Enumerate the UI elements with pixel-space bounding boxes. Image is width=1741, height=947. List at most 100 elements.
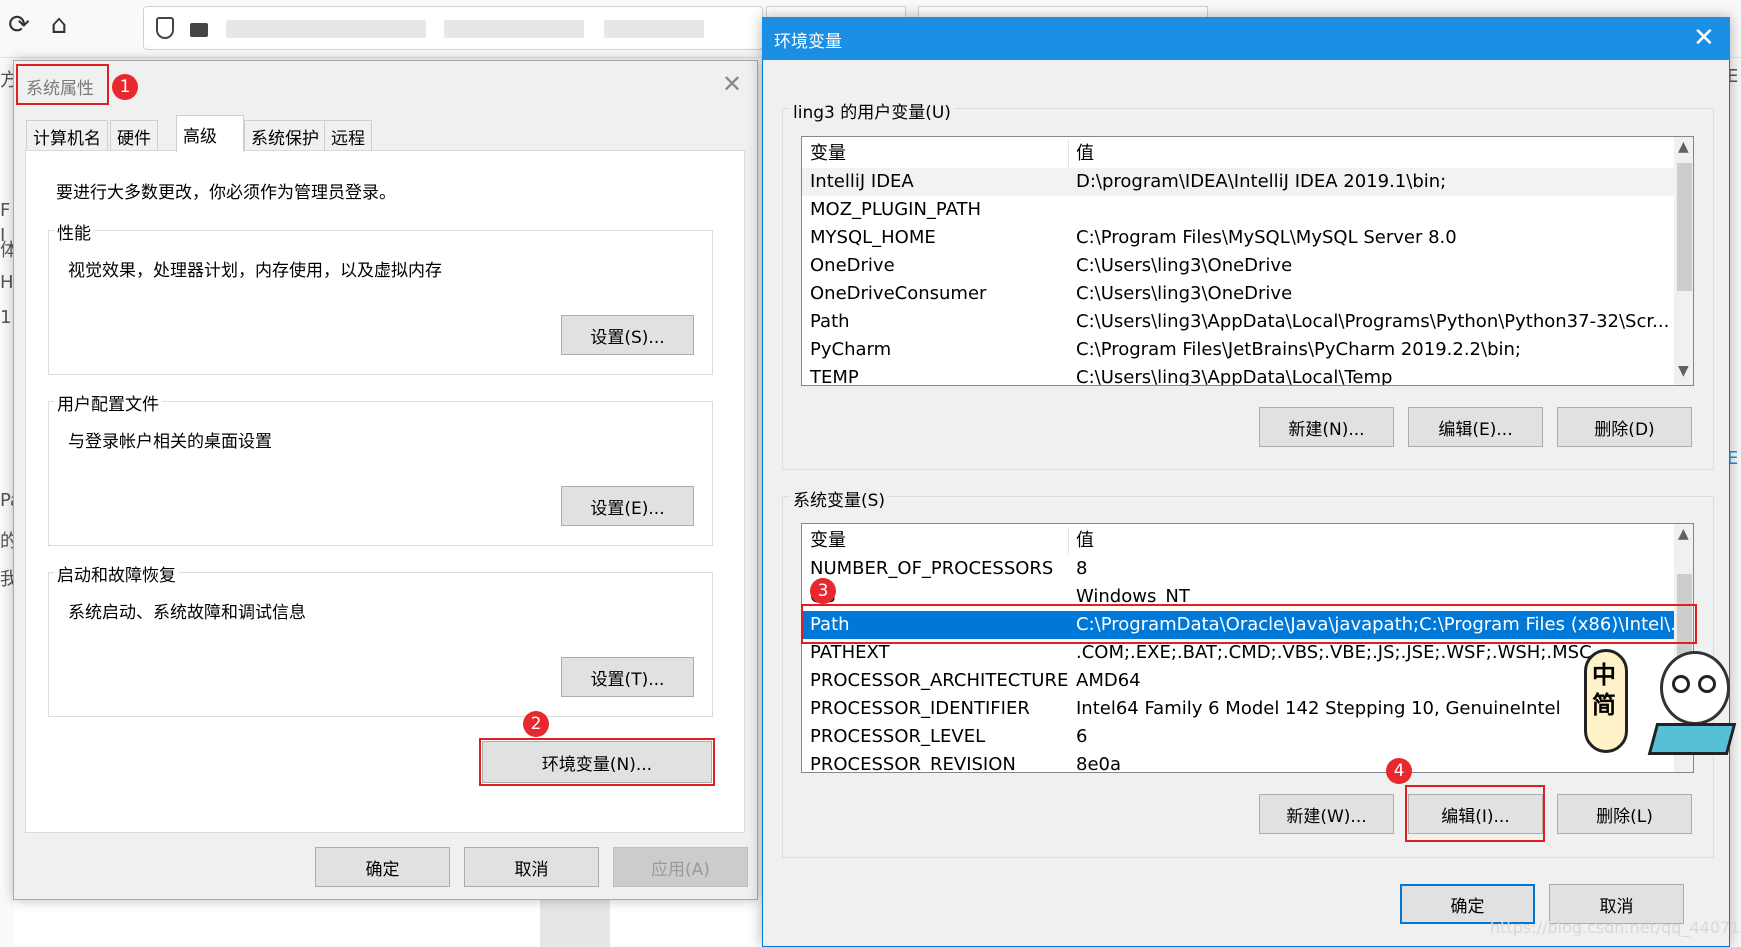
var-value: D:\program\IDEA\IntelliJ IDEA 2019.1\bin… [1076, 171, 1447, 192]
var-name: PROCESSOR_REVISION [810, 754, 1016, 773]
ime-sticker[interactable]: 中 简 [1580, 645, 1741, 770]
var-name: PROCESSOR_ARCHITECTURE [810, 670, 1069, 691]
user-profiles-settings-button[interactable]: 设置(E)... [561, 486, 694, 526]
list-item[interactable]: PyCharm C:\Program Files\JetBrains\PyChar… [802, 336, 1693, 364]
page-edge-text: F [0, 200, 11, 221]
var-name: IntelliJ IDEA [810, 171, 914, 192]
system-variables-label: 系统变量(S) [790, 486, 889, 511]
list-header: 变量 值 [802, 527, 1693, 555]
tab-advanced[interactable]: 高级 [176, 115, 244, 152]
shield-icon [156, 17, 174, 39]
var-value: 8e0a [1076, 754, 1122, 773]
column-separator [1068, 527, 1069, 555]
var-name: MOZ_PLUGIN_PATH [810, 199, 982, 220]
url-blurred [444, 20, 584, 38]
tab-remote[interactable]: 远程 [324, 120, 372, 151]
home-icon[interactable]: ⌂ [44, 10, 74, 40]
column-header-value[interactable]: 值 [1076, 527, 1094, 555]
group-legend: 启动和故障恢复 [54, 561, 179, 586]
user-variables-list[interactable]: 变量 值 IntelliJ IDEA D:\program\IDEA\Intell… [801, 136, 1694, 386]
list-item[interactable]: PROCESSOR_ARCHITECTURE AMD64 [802, 667, 1693, 695]
close-icon[interactable]: ✕ [1693, 23, 1715, 53]
annotation-badge-3: 3 [810, 578, 836, 604]
user-new-button[interactable]: 新建(N)... [1259, 407, 1394, 447]
list-item[interactable]: TEMP C:\Users\ling3\AppData\Local\Temp [802, 364, 1693, 386]
annotation-box-edit [1405, 785, 1545, 842]
list-item[interactable]: OneDriveConsumer C:\Users\ling3\OneDrive [802, 280, 1693, 308]
column-header-value[interactable]: 值 [1076, 140, 1094, 168]
cancel-button[interactable]: 取消 [464, 847, 599, 887]
tab-system-protection[interactable]: 系统保护 [244, 120, 326, 151]
var-value: Intel64 Family 6 Model 142 Stepping 10, … [1076, 698, 1561, 719]
tab-hardware[interactable]: 硬件 [110, 120, 158, 151]
var-value: AMD64 [1076, 670, 1141, 691]
user-delete-button[interactable]: 删除(D) [1557, 407, 1692, 447]
url-blurred [226, 20, 426, 38]
scroll-up-icon[interactable]: ▲ [1678, 526, 1689, 542]
var-value: 8 [1076, 558, 1088, 579]
watermark: https://blog.csdn.net/qq_44071258 [1490, 918, 1741, 937]
lock-icon [190, 23, 208, 37]
list-item[interactable]: PROCESSOR_LEVEL 6 [802, 723, 1693, 751]
annotation-box-path [801, 604, 1697, 644]
scroll-up-icon[interactable]: ▲ [1678, 139, 1689, 155]
list-item[interactable]: PROCESSOR_IDENTIFIER Intel64 Family 6 Mod… [802, 695, 1693, 723]
user-edit-button[interactable]: 编辑(E)... [1408, 407, 1543, 447]
list-item[interactable]: PROCESSOR_REVISION 8e0a [802, 751, 1693, 773]
user-variables-label: ling3 的用户变量(U) [790, 98, 954, 123]
var-name: OneDriveConsumer [810, 283, 987, 304]
admin-note: 要进行大多数更改，你必须作为管理员登录。 [56, 183, 396, 203]
group-legend: 性能 [54, 219, 94, 244]
glasses-icon [1672, 675, 1690, 693]
var-value: C:\Users\ling3\AppData\Local\Temp [1076, 367, 1393, 386]
page-edge-text: 1 [0, 307, 12, 328]
var-name: Path [810, 311, 850, 332]
var-name: MYSQL_HOME [810, 227, 936, 248]
group-description: 与登录帐户相关的桌面设置 [68, 432, 272, 452]
var-name: OneDrive [810, 255, 895, 276]
var-name: NUMBER_OF_PROCESSORS [810, 558, 1054, 579]
var-value: 6 [1076, 726, 1088, 747]
list-item[interactable]: NUMBER_OF_PROCESSORS 8 [802, 555, 1693, 583]
var-name: PROCESSOR_LEVEL [810, 726, 986, 747]
page-edge-text: H [0, 272, 14, 293]
column-header-variable[interactable]: 变量 [810, 140, 846, 168]
annotation-box-env-button [479, 738, 715, 786]
column-separator [1068, 140, 1069, 168]
list-item[interactable]: OneDrive C:\Users\ling3\OneDrive [802, 252, 1693, 280]
system-delete-button[interactable]: 删除(L) [1557, 794, 1692, 834]
apply-button[interactable]: 应用(A) [613, 847, 748, 887]
var-value: C:\Program Files\MySQL\MySQL Server 8.0 [1076, 227, 1457, 248]
list-item[interactable]: IntelliJ IDEA D:\program\IDEA\IntelliJ ID… [802, 168, 1693, 196]
laptop-icon [1647, 723, 1737, 755]
ok-button[interactable]: 确定 [315, 847, 450, 887]
vertical-scrollbar[interactable]: ▲ ▼ [1674, 137, 1693, 385]
var-name: PyCharm [810, 339, 892, 360]
url-bar[interactable] [143, 6, 763, 50]
var-value: C:\Users\ling3\OneDrive [1076, 283, 1293, 304]
column-header-variable[interactable]: 变量 [810, 527, 846, 555]
annotation-badge-1: 1 [112, 74, 138, 100]
var-name: TEMP [810, 367, 859, 386]
var-value: C:\Users\ling3\OneDrive [1076, 255, 1293, 276]
ime-text: 简 [1592, 691, 1616, 719]
system-new-button[interactable]: 新建(W)... [1259, 794, 1394, 834]
tab-computer-name[interactable]: 计算机名 [26, 120, 108, 151]
startup-settings-button[interactable]: 设置(T)... [561, 657, 694, 697]
group-description: 系统启动、系统故障和调试信息 [68, 603, 306, 623]
list-item[interactable]: Path C:\Users\ling3\AppData\Local\Program… [802, 308, 1693, 336]
var-value: C:\Program Files\JetBrains\PyCharm 2019.… [1076, 339, 1521, 360]
var-name: PROCESSOR_IDENTIFIER [810, 698, 1030, 719]
list-item[interactable]: MOZ_PLUGIN_PATH [802, 196, 1693, 224]
reload-icon[interactable]: ⟳ [4, 10, 34, 40]
group-description: 视觉效果，处理器计划，内存使用，以及虚拟内存 [68, 261, 442, 281]
system-variables-list[interactable]: 变量 值 NUMBER_OF_PROCESSORS8 OSWindows_NT … [801, 523, 1694, 773]
group-legend: 用户配置文件 [54, 390, 162, 415]
scroll-thumb[interactable] [1677, 163, 1692, 291]
performance-settings-button[interactable]: 设置(S)... [561, 315, 694, 355]
list-item[interactable]: MYSQL_HOME C:\Program Files\MySQL\MySQL S… [802, 224, 1693, 252]
glasses-icon [1698, 675, 1716, 693]
scroll-down-icon[interactable]: ▼ [1678, 363, 1689, 379]
close-icon[interactable]: ✕ [722, 70, 742, 98]
annotation-badge-4: 4 [1386, 758, 1412, 784]
